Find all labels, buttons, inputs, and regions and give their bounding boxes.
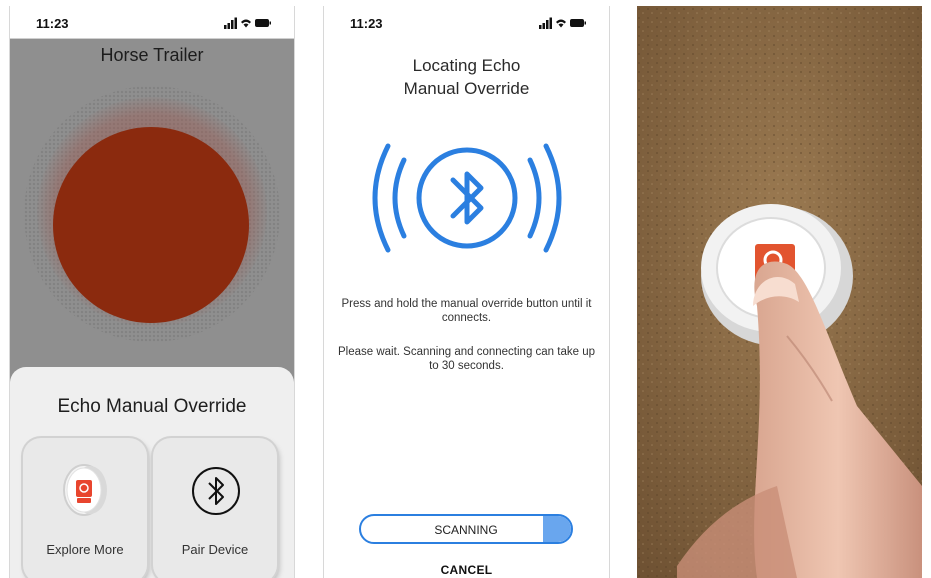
bluetooth-icon [192, 467, 240, 515]
echo-puck-icon [63, 464, 107, 516]
screen-horse-trailer: 11:23 Horse Trailer Echo Manual Override… [9, 6, 295, 578]
status-time: 11:23 [36, 16, 69, 31]
title-line-1: Locating Echo [412, 56, 521, 75]
signal-wifi-battery-icon [224, 17, 271, 29]
cancel-button[interactable]: CANCEL [324, 563, 609, 577]
finger-pressing-button-icon [637, 6, 922, 578]
photo-finger-pressing-button [637, 6, 922, 578]
bluetooth-scanning-icon [372, 143, 562, 253]
pair-device-label: Pair Device [181, 542, 249, 557]
signal-wifi-battery-icon [539, 17, 586, 29]
scanning-progress-button[interactable]: SCANNING [359, 514, 573, 544]
sheet-title: Echo Manual Override [57, 396, 247, 417]
wait-text: Please wait. Scanning and connecting can… [337, 346, 595, 372]
status-bar: 11:23 [10, 6, 294, 39]
title-line-2: Manual Override [403, 79, 530, 98]
explore-more-button[interactable]: Explore More [23, 438, 147, 578]
scanning-label: SCANNING [434, 523, 498, 537]
page-title: Locating Echo Manual Override [324, 54, 609, 100]
status-bar: 11:23 [324, 6, 609, 38]
explore-more-label: Explore More [46, 542, 124, 557]
instruction-text: Press and hold the manual override butto… [341, 298, 592, 324]
screen-locating-echo: 11:23 Locating Echo Manual Override Pres… [323, 6, 610, 578]
page-title: Horse Trailer [100, 45, 204, 65]
status-circle[interactable] [53, 127, 249, 323]
status-time: 11:23 [350, 16, 383, 31]
pair-device-button[interactable]: Pair Device [153, 438, 277, 578]
